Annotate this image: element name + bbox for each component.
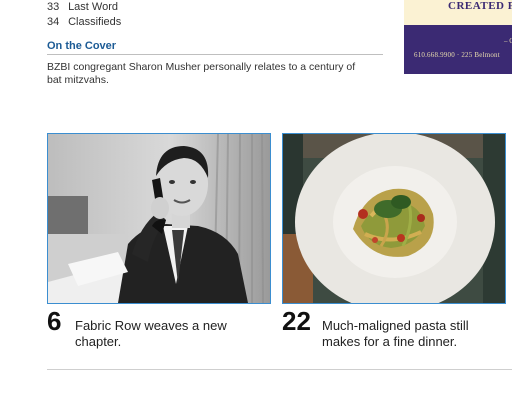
cover-description: BZBI congregant Sharon Musher personally… — [47, 61, 356, 86]
toc-item-last-word[interactable]: 33 Last Word — [47, 1, 118, 13]
toc-page-number: 33 — [47, 1, 60, 13]
section-divider — [47, 54, 383, 55]
toc-title: Last Word — [68, 1, 118, 13]
ad-headline-banner: CREATED F — [404, 0, 512, 25]
toc-page-number: 34 — [47, 16, 60, 28]
man-on-phone-image — [48, 134, 270, 303]
feature-page-number: 6 — [47, 306, 62, 336]
toc-title: Classifieds — [68, 16, 122, 28]
advertisement[interactable]: CREATED F – C 610.668.9900 · 225 Belmont — [404, 0, 512, 74]
toc-item-classifieds[interactable]: 34 Classifieds — [47, 16, 121, 28]
feature-headline[interactable]: Fabric Row weaves a new chapter. — [75, 318, 235, 350]
feature-page-number: 22 — [282, 306, 311, 336]
pasta-dinner-photo[interactable] — [282, 133, 506, 304]
ad-contact-info: 610.668.9900 · 225 Belmont — [414, 51, 500, 59]
section-heading-on-the-cover: On the Cover — [47, 40, 117, 52]
bottom-divider — [47, 369, 512, 370]
pasta-plate-image — [283, 134, 505, 303]
ad-headline: CREATED F — [448, 0, 512, 12]
fabric-row-photo[interactable] — [47, 133, 271, 304]
feature-headline[interactable]: Much-maligned pasta still makes for a fi… — [322, 318, 492, 350]
ad-tagline: – C — [504, 37, 512, 45]
